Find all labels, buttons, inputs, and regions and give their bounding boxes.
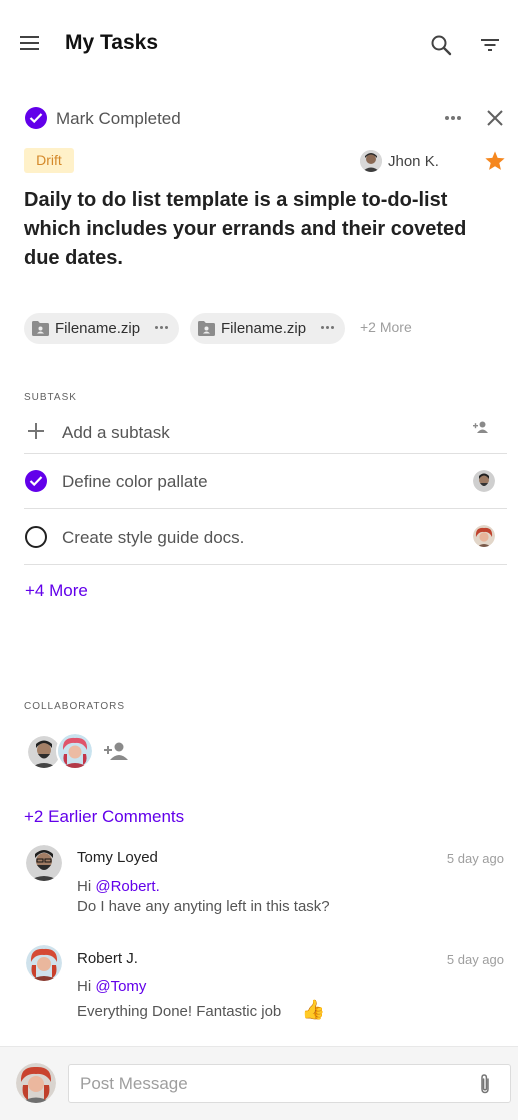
- comment-author: Robert J.: [77, 950, 138, 967]
- comment-mention[interactable]: @Robert.: [95, 878, 159, 895]
- collaborators-section-label: COLLABORATORS: [24, 701, 125, 712]
- task-tag[interactable]: Drift: [24, 148, 74, 173]
- attachment-filename: Filename.zip: [55, 320, 141, 337]
- attachment-more-icon[interactable]: [155, 326, 173, 332]
- post-message-input[interactable]: [80, 1073, 460, 1095]
- post-message-field[interactable]: [68, 1064, 511, 1103]
- attachment-chip[interactable]: Filename.zip: [190, 313, 345, 344]
- page-title: My Tasks: [65, 31, 158, 54]
- subtask-checkbox-checked[interactable]: [25, 470, 47, 492]
- more-subtasks-link[interactable]: +4 More: [25, 581, 88, 601]
- star-icon[interactable]: [484, 150, 506, 172]
- comment-author-avatar[interactable]: [26, 945, 62, 981]
- plus-icon: [28, 423, 44, 439]
- collaborator-avatar[interactable]: [56, 732, 94, 770]
- task-title: Daily to do list template is a simple to…: [24, 189, 467, 269]
- comment-greeting: Hi: [77, 878, 92, 895]
- comment-time: 5 day ago: [446, 851, 504, 866]
- search-icon[interactable]: [430, 34, 452, 56]
- comment-item: Robert J. 5 day ago Hi @Tomy Everything …: [26, 945, 506, 1022]
- subtask-checkbox-unchecked[interactable]: [25, 526, 47, 548]
- folder-icon: [198, 321, 215, 336]
- message-composer: [0, 1046, 518, 1120]
- app-bar: My Tasks: [0, 0, 518, 88]
- more-attachments-link[interactable]: +2 More: [360, 319, 412, 335]
- subtask-assignee-avatar: [473, 525, 495, 547]
- subtask-row[interactable]: Create style guide docs.: [24, 509, 507, 565]
- comment-greeting-line: Hi @Tomy: [77, 978, 146, 995]
- attachment-chip[interactable]: Filename.zip: [24, 313, 179, 344]
- add-subtask-row[interactable]: Add a subtask: [24, 410, 507, 454]
- comment-text-line: Everything Done! Fantastic job 👍: [77, 998, 325, 1022]
- assignee-name: Jhon K.: [388, 153, 439, 170]
- comment-author-avatar[interactable]: [26, 845, 62, 881]
- paperclip-icon[interactable]: [477, 1073, 493, 1095]
- assignee-avatar: [360, 150, 382, 172]
- comment-item: Tomy Loyed 5 day ago Hi @Robert. Do I ha…: [26, 845, 506, 919]
- close-icon[interactable]: [486, 109, 504, 127]
- comment-text: Everything Done! Fantastic job: [77, 1003, 282, 1020]
- mark-completed-label[interactable]: Mark Completed: [56, 109, 181, 129]
- current-user-avatar[interactable]: [16, 1063, 56, 1103]
- thumbs-up-emoji: 👍: [301, 1000, 326, 1021]
- add-subtask-input[interactable]: Add a subtask: [62, 423, 170, 443]
- more-options-icon[interactable]: [445, 116, 463, 122]
- hamburger-menu-icon[interactable]: [20, 36, 40, 52]
- comment-text: Do I have any anyting left in this task?: [77, 898, 330, 915]
- filter-icon[interactable]: [479, 36, 501, 54]
- subtask-label: Create style guide docs.: [62, 528, 245, 547]
- comment-mention[interactable]: @Tomy: [95, 978, 146, 995]
- folder-icon: [32, 321, 49, 336]
- comment-greeting: Hi: [77, 978, 92, 995]
- mark-completed-checkbox[interactable]: [25, 107, 47, 129]
- attachment-filename: Filename.zip: [221, 320, 307, 337]
- subtask-label: Define color pallate: [62, 472, 208, 491]
- comment-time: 5 day ago: [446, 952, 504, 967]
- assign-person-icon[interactable]: [473, 420, 489, 434]
- add-collaborator-icon[interactable]: [104, 741, 130, 761]
- earlier-comments-link[interactable]: +2 Earlier Comments: [24, 807, 184, 827]
- comment-greeting-line: Hi @Robert.: [77, 878, 160, 895]
- subtask-section-label: SUBTASK: [24, 392, 77, 403]
- subtask-row[interactable]: Define color pallate: [24, 454, 507, 509]
- comment-author: Tomy Loyed: [77, 849, 158, 866]
- subtask-assignee-avatar: [473, 470, 495, 492]
- attachment-more-icon[interactable]: [321, 326, 339, 332]
